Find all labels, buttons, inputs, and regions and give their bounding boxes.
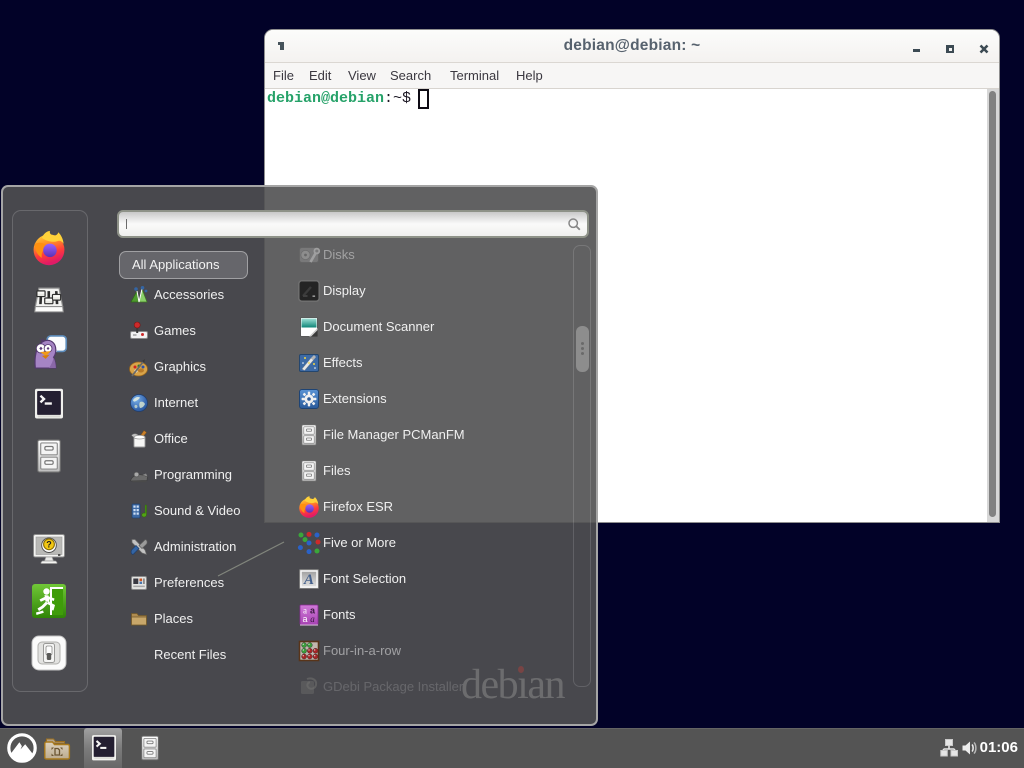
- svg-text:a: a: [302, 614, 307, 624]
- svg-text:a: a: [310, 614, 315, 624]
- svg-text:A: A: [303, 572, 314, 588]
- svg-text:?: ?: [46, 539, 52, 549]
